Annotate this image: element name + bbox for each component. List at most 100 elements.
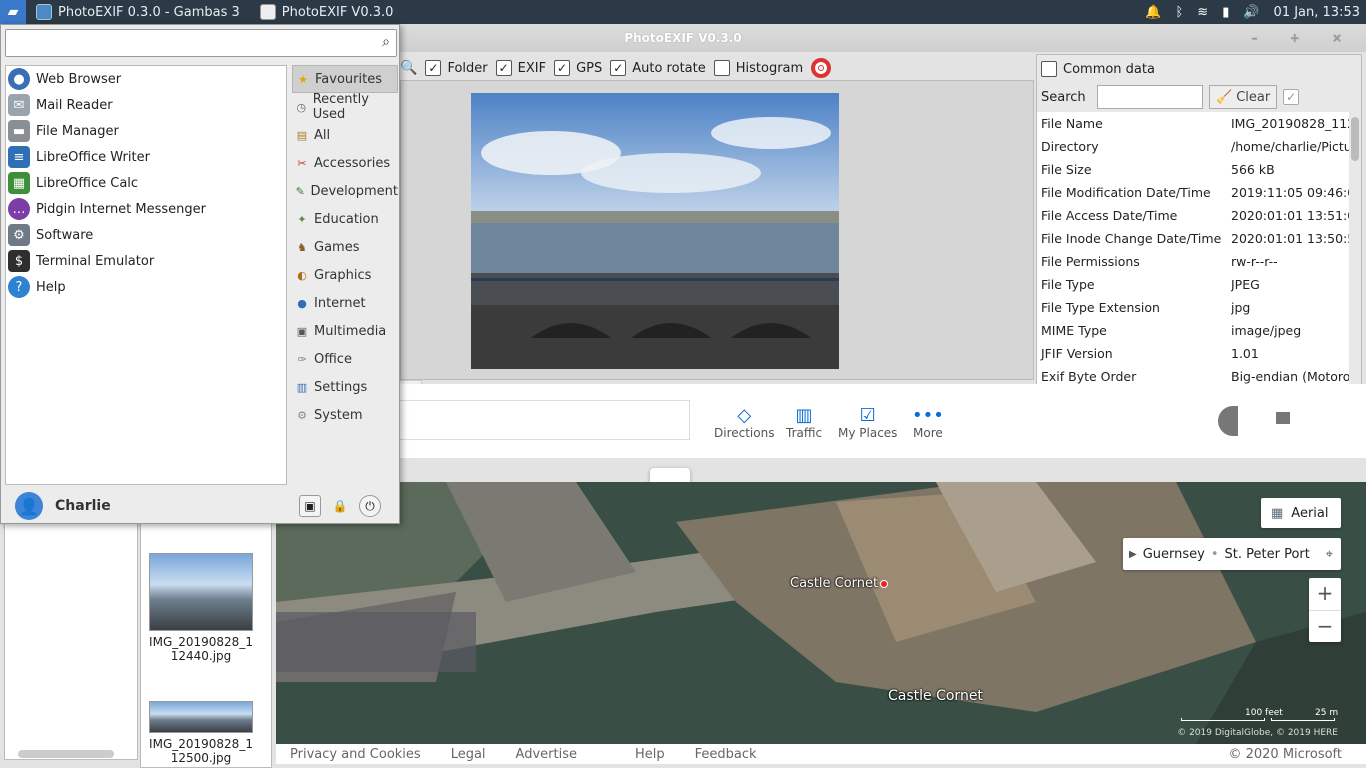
menu-item-software[interactable]: ⚙ Software	[6, 222, 286, 248]
menu-item-mail-reader[interactable]: ✉ Mail Reader	[6, 92, 286, 118]
magnifier-icon[interactable]: 🔍	[400, 60, 417, 76]
breadcrumb-st-peter-port[interactable]: St. Peter Port	[1225, 547, 1310, 562]
clear-button[interactable]: 🧹 Clear	[1209, 85, 1278, 109]
help-link[interactable]: Help	[635, 747, 665, 762]
table-row[interactable]: File Modification Date/Time 2019:11:05 09…	[1037, 181, 1349, 204]
category-internet[interactable]: ● Internet	[292, 289, 398, 317]
legal-link[interactable]: Legal	[451, 747, 486, 762]
window-controls[interactable]: – + ×	[1252, 24, 1356, 52]
table-row[interactable]: JFIF Version 1.01	[1037, 342, 1349, 365]
category-label: Education	[314, 211, 379, 227]
table-row[interactable]: File Permissions rw-r--r--	[1037, 250, 1349, 273]
feedback-link[interactable]: Feedback	[695, 747, 757, 762]
category-settings[interactable]: ▥ Settings	[292, 373, 398, 401]
category-games[interactable]: ♞ Games	[292, 233, 398, 261]
row-value: /home/charlie/Pictu	[1231, 139, 1349, 154]
category-development[interactable]: ✎ Development	[292, 177, 398, 205]
zoom-in-button[interactable]: +	[1309, 578, 1341, 610]
category-all[interactable]: ▤ All	[292, 121, 398, 149]
advertise-link[interactable]: Advertise	[516, 747, 577, 762]
menu-item-web-browser[interactable]: ● Web Browser	[6, 66, 286, 92]
common-data-checkbox[interactable]: Common data	[1041, 61, 1155, 77]
menu-item-pidgin[interactable]: … Pidgin Internet Messenger	[6, 196, 286, 222]
volume-icon[interactable]: 🔊	[1243, 5, 1259, 20]
category-label: Office	[314, 351, 352, 367]
bluetooth-icon[interactable]: ᛒ	[1175, 5, 1183, 20]
table-row[interactable]: MIME Type image/jpeg	[1037, 319, 1349, 342]
location-breadcrumb[interactable]: ▶ Guernsey • St. Peter Port ⌖	[1123, 538, 1341, 570]
category-education[interactable]: ✦ Education	[292, 205, 398, 233]
category-favourites[interactable]: ★ Favourites	[292, 65, 398, 93]
power-button[interactable]: ⏻	[359, 495, 381, 517]
poi-label[interactable]: Castle Cornet	[790, 576, 878, 591]
exif-search-input[interactable]	[1097, 85, 1203, 109]
zoom-out-button[interactable]: −	[1309, 610, 1341, 642]
my-places-button[interactable]: ☑ My Places	[838, 406, 897, 441]
bell-icon[interactable]: 🔔	[1145, 5, 1161, 20]
histogram-checkbox[interactable]: Histogram	[713, 60, 803, 76]
settings-manager-button[interactable]: ▣	[299, 495, 321, 517]
row-value: 2020:01:01 13:50:56	[1231, 231, 1349, 246]
menu-item-label: Software	[36, 227, 94, 243]
table-row[interactable]: File Type Extension jpg	[1037, 296, 1349, 319]
table-row[interactable]: File Type JPEG	[1037, 273, 1349, 296]
folder-checkbox[interactable]: ✓ Folder	[425, 60, 488, 76]
menu-item-help[interactable]: ? Help	[6, 274, 286, 300]
clock[interactable]: 01 Jan, 13:53	[1274, 5, 1360, 20]
filter-checkbox[interactable]: ✓	[1283, 89, 1300, 105]
table-row[interactable]: File Inode Change Date/Time 2020:01:01 13…	[1037, 227, 1349, 250]
writer-icon: ≡	[8, 146, 30, 168]
more-button[interactable]: ••• More	[912, 406, 944, 441]
category-recently-used[interactable]: ◷ Recently Used	[292, 92, 398, 122]
privacy-link[interactable]: Privacy and Cookies	[290, 747, 421, 762]
aerial-button[interactable]: ▦ Aerial	[1261, 498, 1341, 528]
menu-search-input[interactable]: ⌕	[5, 29, 397, 57]
breadcrumb-guernsey[interactable]: Guernsey	[1143, 547, 1205, 562]
category-label: Internet	[314, 295, 366, 311]
category-accessories[interactable]: ✂ Accessories	[292, 149, 398, 177]
task-photoexif[interactable]: PhotoEXIF V0.3.0	[250, 0, 404, 24]
exif-checkbox[interactable]: ✓ EXIF	[495, 60, 546, 76]
category-label: Favourites	[315, 71, 382, 87]
menu-item-terminal[interactable]: $ Terminal Emulator	[6, 248, 286, 274]
flag-icon[interactable]	[1276, 412, 1290, 424]
category-office[interactable]: ✑ Office	[292, 345, 398, 373]
table-row[interactable]: Directory/home/charlie/Pictu	[1037, 135, 1349, 158]
help-lifebuoy-icon[interactable]	[811, 58, 832, 78]
auto-rotate-checkbox[interactable]: ✓ Auto rotate	[610, 60, 706, 76]
folder-tree-scrollbar[interactable]	[18, 750, 114, 758]
thumbnail-item[interactable]: IMG_20190828_1 12440.jpg	[149, 553, 253, 663]
category-graphics[interactable]: ◐ Graphics	[292, 261, 398, 289]
poi-label[interactable]: Castle Cornet	[888, 688, 983, 704]
exif-vertical-scrollbar[interactable]	[1351, 115, 1359, 387]
wifi-icon[interactable]: ≋	[1197, 5, 1208, 20]
map-search-input[interactable]	[396, 400, 690, 440]
table-row[interactable]: File Access Date/Time 2020:01:01 13:51:04	[1037, 204, 1349, 227]
thumbnail-item[interactable]: IMG_20190828_1 12500.jpg	[149, 701, 253, 765]
folder-tree-pane[interactable]	[4, 522, 138, 760]
directions-button[interactable]: ◇ Directions	[714, 406, 774, 441]
battery-icon[interactable]: ▮	[1222, 5, 1229, 20]
task-gambas[interactable]: PhotoEXIF 0.3.0 - Gambas 3	[26, 0, 250, 24]
traffic-button[interactable]: ▥ Traffic	[786, 406, 822, 441]
unchecked-box	[713, 60, 730, 76]
table-row[interactable]: File Name IMG_20190828_1124	[1037, 112, 1349, 135]
menu-item-libreoffice-calc[interactable]: ▦ LibreOffice Calc	[6, 170, 286, 196]
gps-checkbox[interactable]: ✓ GPS	[554, 60, 602, 76]
aerial-map[interactable]: Castle Cornet Castle Cornet ▦ Aerial ▶ G…	[276, 482, 1366, 744]
zoom-control: + −	[1309, 578, 1341, 642]
games-icon: ♞	[297, 240, 307, 254]
software-icon: ⚙	[8, 224, 30, 246]
folder-label: Folder	[447, 60, 488, 76]
category-label: All	[314, 127, 331, 143]
poi-marker-icon[interactable]	[880, 580, 888, 588]
table-row[interactable]: File Size 566 kB	[1037, 158, 1349, 181]
menu-item-file-manager[interactable]: ▬ File Manager	[6, 118, 286, 144]
category-multimedia[interactable]: ▣ Multimedia	[292, 317, 398, 345]
menu-item-libreoffice-writer[interactable]: ≡ LibreOffice Writer	[6, 144, 286, 170]
lock-screen-button[interactable]: 🔒	[329, 495, 351, 517]
whisker-menu-button[interactable]: ▰	[0, 0, 26, 24]
locate-me-icon[interactable]: ⌖	[1326, 547, 1333, 562]
account-icon[interactable]	[1218, 406, 1238, 436]
category-system[interactable]: ⚙ System	[292, 401, 398, 429]
